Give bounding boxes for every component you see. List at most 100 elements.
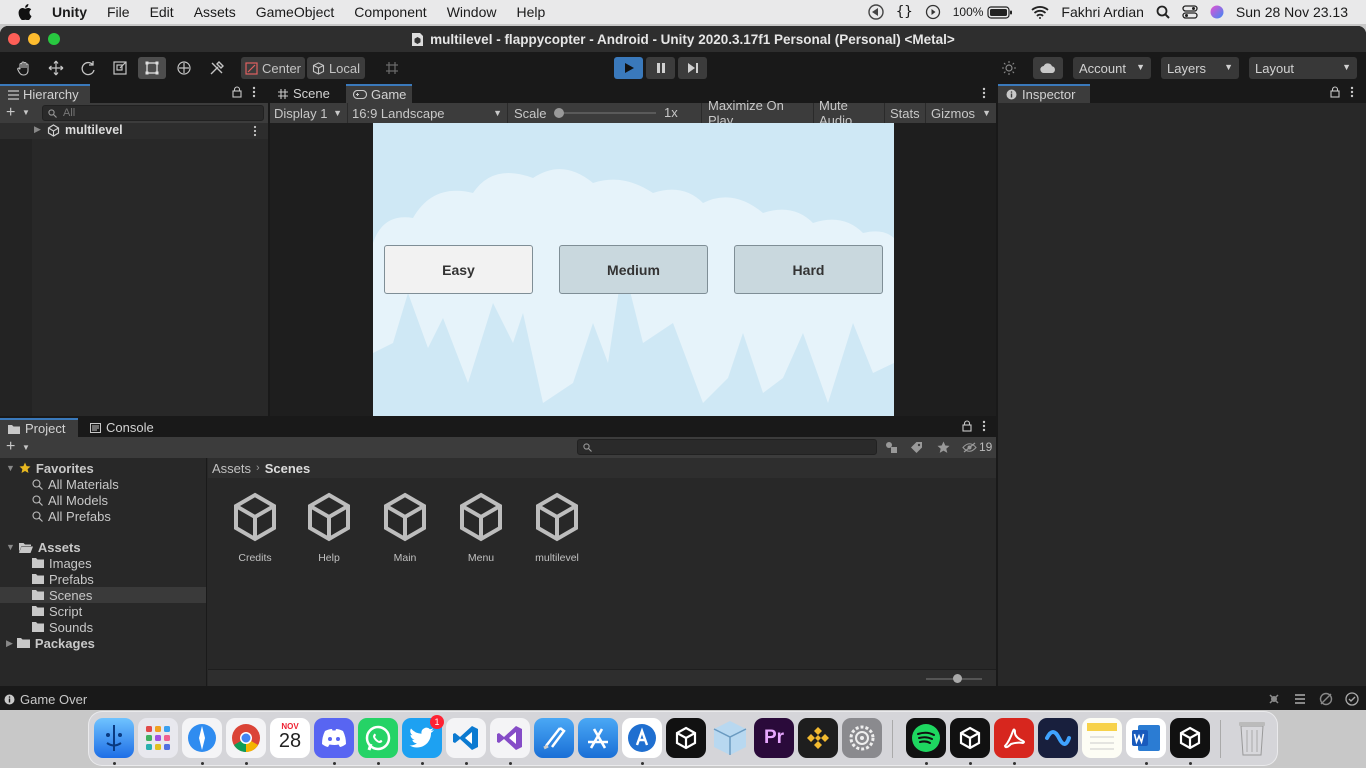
aspect-dropdown[interactable]: 16:9 Landscape ▼ [348, 103, 508, 123]
word-icon[interactable] [1126, 718, 1166, 758]
scale-slider-handle[interactable] [554, 108, 564, 118]
cube-app-icon[interactable] [710, 718, 750, 758]
spotify-icon[interactable] [906, 718, 946, 758]
cache-server-icon[interactable] [1293, 692, 1307, 706]
auto-generate-lighting-icon[interactable] [1319, 692, 1333, 706]
breadcrumb-assets[interactable]: Assets [212, 461, 251, 476]
scene-kebab-icon[interactable] [253, 125, 257, 137]
account-dropdown[interactable]: Account ▼ [1073, 57, 1151, 79]
status-message[interactable]: Game Over [20, 692, 87, 707]
menu-unity[interactable]: Unity [42, 4, 97, 20]
expand-down-icon[interactable]: ▼ [6, 463, 15, 473]
launchpad-icon[interactable] [138, 718, 178, 758]
visual-studio-icon[interactable] [490, 718, 530, 758]
hard-button[interactable]: Hard [734, 245, 883, 294]
unity-recent-icon[interactable] [1170, 718, 1210, 758]
collab-sun-icon[interactable] [996, 57, 1022, 79]
rotate-tool-icon[interactable] [74, 57, 101, 79]
expand-down-icon[interactable]: ▼ [6, 542, 15, 552]
tab-console[interactable]: Console [82, 418, 162, 437]
spotlight-search-icon[interactable] [1156, 5, 1170, 19]
discord-icon[interactable] [314, 718, 354, 758]
step-button[interactable] [678, 57, 707, 79]
xcode-icon[interactable] [534, 718, 574, 758]
tab-scene[interactable]: Scene [270, 84, 344, 103]
asset-scene-multilevel[interactable]: multilevel [527, 492, 587, 564]
assets-section[interactable]: ▼ Assets [0, 539, 81, 555]
menu-edit[interactable]: Edit [140, 4, 184, 20]
packages-section[interactable]: ▶ Packages [0, 635, 95, 651]
asset-scene-help[interactable]: Help [299, 492, 359, 564]
menu-gameobject[interactable]: GameObject [246, 4, 345, 20]
expand-right-icon[interactable]: ▶ [6, 638, 13, 649]
menu-file[interactable]: File [97, 4, 140, 20]
folder-images[interactable]: Images [32, 555, 92, 571]
favorites-section[interactable]: ▼ Favorites [0, 460, 94, 476]
battery-icon[interactable] [987, 5, 1013, 19]
folder-scenes[interactable]: Scenes [0, 587, 206, 603]
wifi-icon[interactable] [1031, 5, 1050, 19]
kebab-menu-icon[interactable] [1350, 86, 1354, 98]
menu-window[interactable]: Window [437, 4, 507, 20]
window-titlebar[interactable]: multilevel - flappycopter - Android - Un… [0, 26, 1366, 52]
menu-help[interactable]: Help [506, 4, 555, 20]
tab-game[interactable]: Game [346, 84, 412, 103]
whatsapp-icon[interactable] [358, 718, 398, 758]
game-viewport[interactable]: Easy Medium Hard [373, 123, 894, 416]
play-circle-icon[interactable] [925, 4, 941, 20]
hand-tool-icon[interactable] [10, 57, 37, 79]
folder-sounds[interactable]: Sounds [32, 619, 93, 635]
search-by-label-icon[interactable] [910, 441, 923, 454]
create-dropdown-icon[interactable]: ▼ [22, 443, 30, 452]
check-circle-icon[interactable] [1345, 692, 1359, 706]
binance-icon[interactable] [798, 718, 838, 758]
apple-menu-icon[interactable] [0, 4, 42, 20]
lock-icon[interactable] [1330, 86, 1340, 98]
expand-arrow-icon[interactable]: ▶ [34, 124, 41, 135]
easy-button[interactable]: Easy [384, 245, 533, 294]
hierarchy-scene-row[interactable]: ▶ multilevel [0, 123, 268, 139]
folder-script[interactable]: Script [32, 603, 82, 619]
chrome-icon[interactable] [226, 718, 266, 758]
pause-button[interactable] [646, 57, 675, 79]
custom-tools-icon[interactable] [203, 57, 230, 79]
hierarchy-search-input[interactable]: All [42, 105, 264, 121]
lock-icon[interactable] [232, 86, 242, 98]
folder-prefabs[interactable]: Prefabs [32, 571, 94, 587]
close-window-button[interactable] [8, 33, 20, 45]
move-tool-icon[interactable] [42, 57, 69, 79]
altstore-icon[interactable] [622, 718, 662, 758]
clock[interactable]: Sun 28 Nov 23.13 [1236, 4, 1348, 20]
favorite-star-icon[interactable] [937, 441, 950, 454]
maximize-on-play-toggle[interactable]: Maximize On Play [704, 98, 814, 128]
scale-slider-track[interactable] [556, 112, 656, 114]
control-center-icon[interactable] [1182, 5, 1198, 19]
create-plus-icon[interactable]: + [6, 438, 15, 456]
favorite-all-models[interactable]: All Models [32, 492, 108, 508]
icon-size-slider-handle[interactable] [953, 674, 962, 683]
scale-tool-icon[interactable] [106, 57, 133, 79]
trash-icon[interactable] [1232, 718, 1272, 758]
rect-tool-icon[interactable] [138, 57, 166, 79]
breadcrumb-scenes[interactable]: Scenes [265, 461, 311, 476]
vscode-icon[interactable] [446, 718, 486, 758]
pivot-center-toggle[interactable]: Center [241, 57, 305, 79]
project-search-input[interactable] [577, 439, 877, 455]
safari-icon[interactable] [182, 718, 222, 758]
mute-audio-toggle[interactable]: Mute Audio [815, 98, 885, 128]
tweaks-icon[interactable] [868, 4, 884, 20]
asset-scene-credits[interactable]: Credits [225, 492, 285, 564]
braces-icon[interactable]: {} [896, 4, 913, 20]
grid-snap-icon[interactable] [379, 57, 405, 79]
play-button[interactable] [614, 57, 643, 79]
tab-hierarchy[interactable]: Hierarchy [0, 84, 90, 103]
tab-inspector[interactable]: Inspector [998, 84, 1090, 103]
bug-icon[interactable] [1267, 692, 1281, 706]
medium-button[interactable]: Medium [559, 245, 708, 294]
favorite-all-prefabs[interactable]: All Prefabs [32, 508, 111, 524]
unity-editor-icon[interactable] [950, 718, 990, 758]
finder-icon[interactable] [94, 718, 134, 758]
favorite-all-materials[interactable]: All Materials [32, 476, 119, 492]
layout-dropdown[interactable]: Layout ▼ [1249, 57, 1357, 79]
gizmos-dropdown[interactable]: Gizmos ▼ [927, 103, 996, 123]
